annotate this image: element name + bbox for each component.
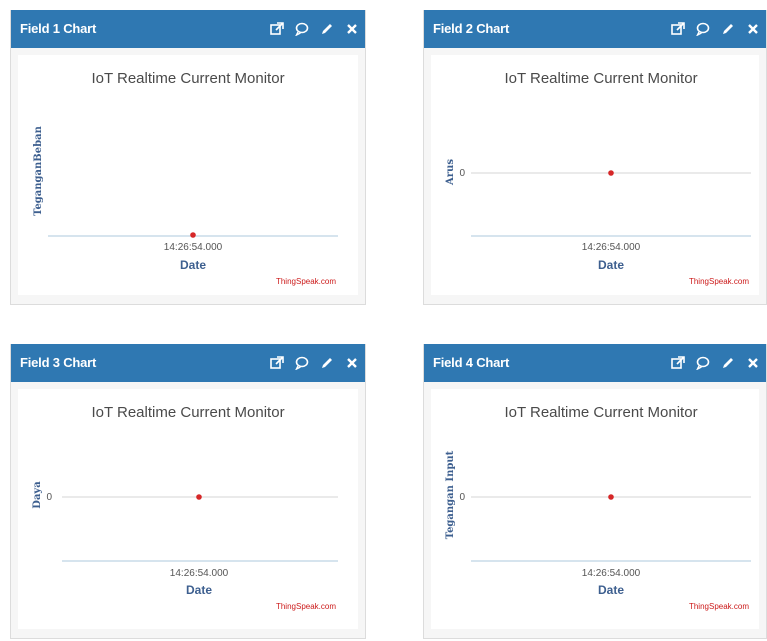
chart-title: IoT Realtime Current Monitor xyxy=(91,70,284,87)
widget-header: Field 2 Chart xyxy=(424,10,766,48)
data-point xyxy=(608,494,614,500)
x-tick-label: 14:26:54.000 xyxy=(582,242,641,253)
y-tick-label: 0 xyxy=(46,492,52,503)
y-tick-label: 0 xyxy=(459,168,465,179)
y-axis-label: Daya xyxy=(32,481,43,509)
y-axis-label: Arus xyxy=(445,159,456,186)
widget-title: Field 3 Chart xyxy=(20,355,97,370)
y-tick-label: 0 xyxy=(459,492,465,503)
widget-header: Field 1 Chart xyxy=(11,10,365,48)
chart-svg: IoT Realtime Current Monitor Arus 0 14:2… xyxy=(445,70,751,286)
pencil-icon[interactable] xyxy=(320,22,334,36)
credit-link[interactable]: ThingSpeak.com xyxy=(276,277,336,286)
credit-link[interactable]: ThingSpeak.com xyxy=(276,602,336,611)
chart-area: IoT Realtime Current Monitor Daya 0 14:2… xyxy=(18,389,358,629)
data-point xyxy=(608,170,614,176)
field-4-chart-widget: Field 4 Chart IoT Realtime Current Monit… xyxy=(423,344,767,639)
x-axis-label: Date xyxy=(598,583,624,597)
comment-icon[interactable] xyxy=(696,356,710,370)
external-link-icon[interactable] xyxy=(671,22,685,36)
chart-area: IoT Realtime Current Monitor TeganganBeb… xyxy=(18,55,358,295)
field-2-chart-widget: Field 2 Chart IoT Realtime Current Monit… xyxy=(423,10,767,305)
widget-header: Field 4 Chart xyxy=(424,344,766,382)
data-point xyxy=(190,232,196,238)
field-1-chart-widget: Field 1 Chart IoT Realtime Current Monit… xyxy=(10,10,366,305)
close-icon[interactable] xyxy=(345,22,359,36)
external-link-icon[interactable] xyxy=(270,356,284,370)
comment-icon[interactable] xyxy=(295,356,309,370)
chart-title: IoT Realtime Current Monitor xyxy=(91,404,284,421)
widget-title: Field 2 Chart xyxy=(433,21,510,36)
x-axis-label: Date xyxy=(186,583,212,597)
comment-icon[interactable] xyxy=(696,22,710,36)
chart-area: IoT Realtime Current Monitor Arus 0 14:2… xyxy=(431,55,759,295)
x-tick-label: 14:26:54.000 xyxy=(582,568,641,579)
close-icon[interactable] xyxy=(746,356,760,370)
x-tick-label: 14:26:54.000 xyxy=(164,242,223,253)
pencil-icon[interactable] xyxy=(721,22,735,36)
pencil-icon[interactable] xyxy=(721,356,735,370)
x-axis-label: Date xyxy=(598,258,624,272)
widget-header: Field 3 Chart xyxy=(11,344,365,382)
chart-title: IoT Realtime Current Monitor xyxy=(504,404,697,421)
chart-area: IoT Realtime Current Monitor Tegangan In… xyxy=(431,389,759,629)
credit-link[interactable]: ThingSpeak.com xyxy=(689,277,749,286)
widget-title: Field 1 Chart xyxy=(20,21,97,36)
x-axis-label: Date xyxy=(180,258,206,272)
x-tick-label: 14:26:54.000 xyxy=(170,568,229,579)
close-icon[interactable] xyxy=(746,22,760,36)
y-axis-label: TeganganBeban xyxy=(33,125,44,215)
y-axis-label: Tegangan Input xyxy=(445,450,456,539)
external-link-icon[interactable] xyxy=(270,22,284,36)
chart-svg: IoT Realtime Current Monitor Tegangan In… xyxy=(445,404,751,611)
close-icon[interactable] xyxy=(345,356,359,370)
external-link-icon[interactable] xyxy=(671,356,685,370)
chart-title: IoT Realtime Current Monitor xyxy=(504,70,697,87)
comment-icon[interactable] xyxy=(295,22,309,36)
chart-svg: IoT Realtime Current Monitor Daya 0 14:2… xyxy=(32,404,338,611)
data-point xyxy=(196,494,202,500)
credit-link[interactable]: ThingSpeak.com xyxy=(689,602,749,611)
field-3-chart-widget: Field 3 Chart IoT Realtime Current Monit… xyxy=(10,344,366,639)
pencil-icon[interactable] xyxy=(320,356,334,370)
chart-svg: IoT Realtime Current Monitor TeganganBeb… xyxy=(33,70,338,286)
widget-title: Field 4 Chart xyxy=(433,355,510,370)
